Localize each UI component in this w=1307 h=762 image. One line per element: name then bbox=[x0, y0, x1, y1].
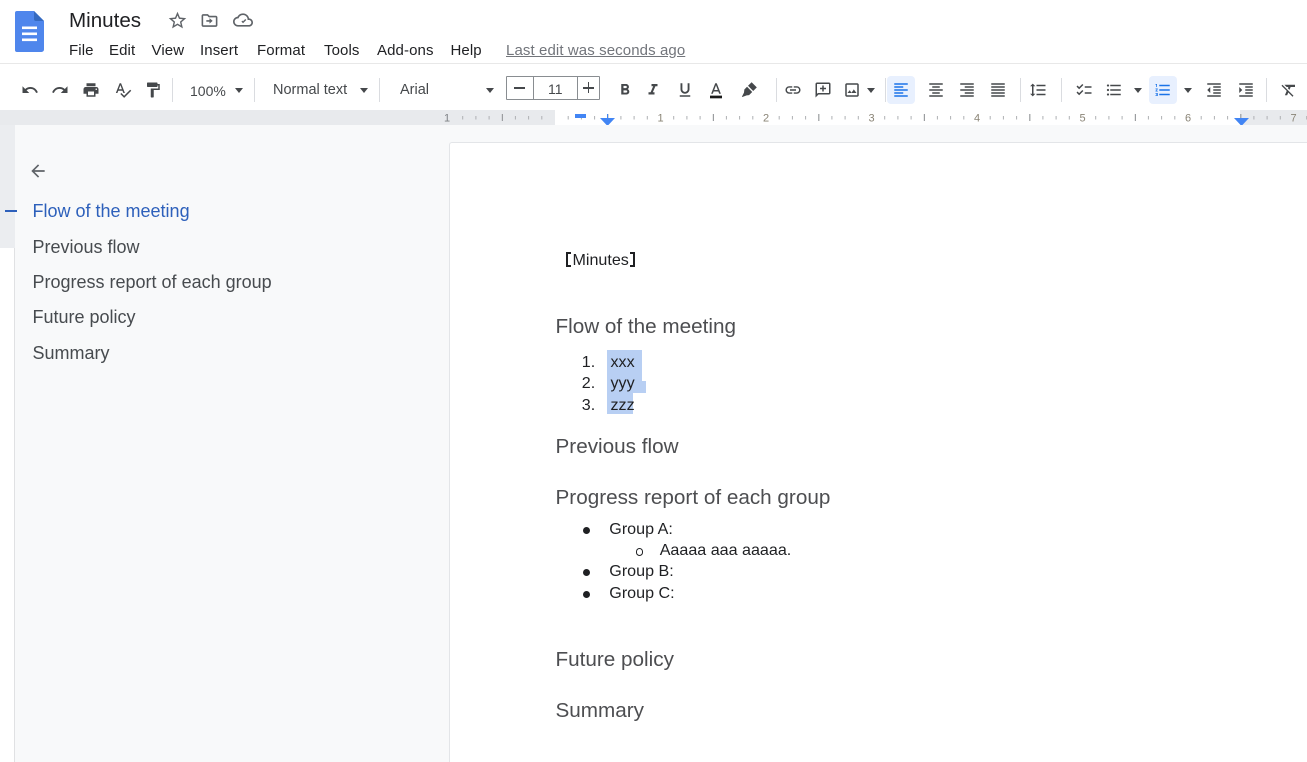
svg-text:3: 3 bbox=[868, 113, 874, 125]
svg-text:6: 6 bbox=[1185, 113, 1191, 125]
svg-text:1: 1 bbox=[657, 113, 663, 125]
svg-text:2: 2 bbox=[763, 113, 769, 125]
svg-text:4: 4 bbox=[974, 113, 980, 125]
svg-text:5: 5 bbox=[1079, 113, 1085, 125]
svg-text:1: 1 bbox=[444, 113, 450, 125]
svg-text:7: 7 bbox=[1290, 113, 1296, 125]
